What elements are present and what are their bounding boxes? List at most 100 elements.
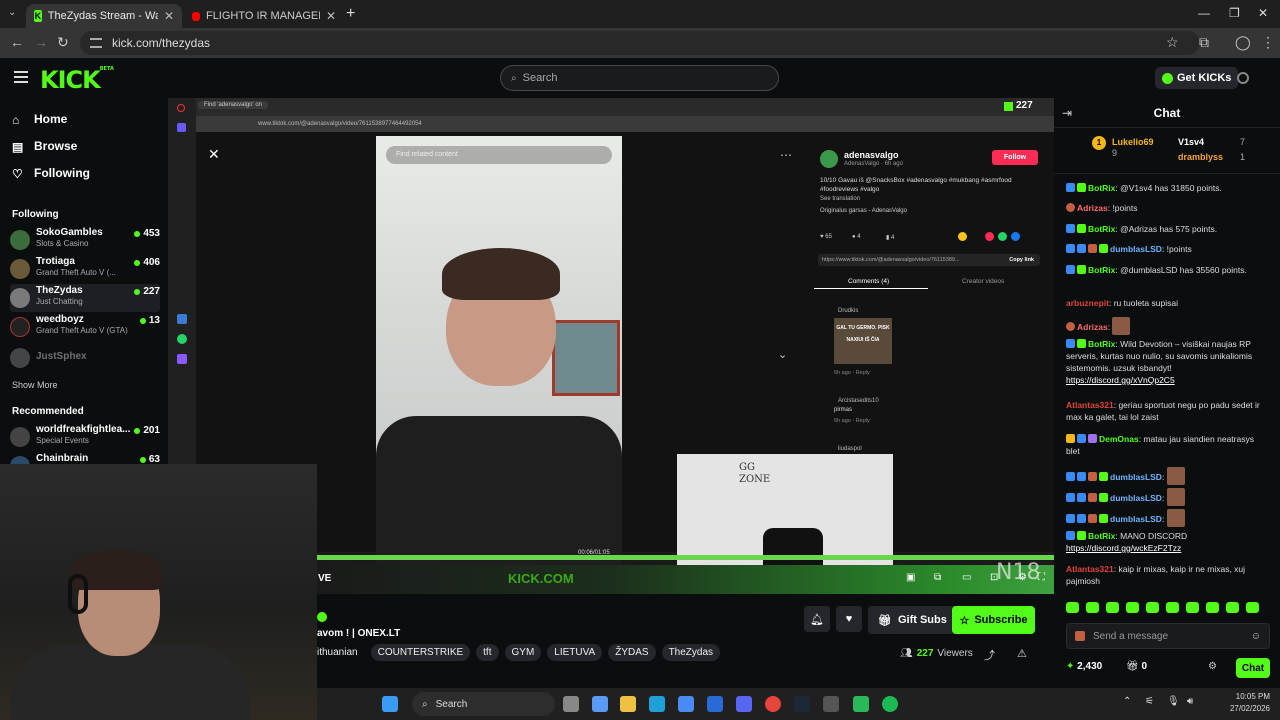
copilot-icon[interactable] [592,696,608,712]
comment-user[interactable]: liudaspol [838,446,862,452]
tag-chip[interactable]: TheZydas [661,644,721,661]
clip-icon[interactable]: ⧉ [934,572,941,583]
volume-icon[interactable]: 🔊︎ [1187,696,1193,707]
close-tab-icon[interactable]: ✕ [164,9,174,23]
chat-settings-gear-icon[interactable]: ⚙ [1208,661,1217,672]
extensions-icon[interactable]: ⧉ [1199,34,1209,51]
chat-username[interactable]: BotRix [1088,531,1115,541]
chat-message-input[interactable]: Send a message ☺ [1066,623,1270,649]
recommended-channel[interactable]: worldfreakfightlea... Special Events 201 [10,423,160,451]
tab-youtube[interactable]: FLIGHTO IR MANAGERIO PIRM... ✕ [184,4,344,28]
following-channel[interactable]: weedboyz Grand Theft Auto V (GTA) 13 [10,313,160,341]
emote-icon[interactable] [1186,602,1199,613]
tray-chevron-icon[interactable]: ⌃ [1123,696,1131,707]
author-avatar[interactable] [820,150,838,168]
discord-icon[interactable] [736,696,752,712]
forward-icon[interactable]: → [34,34,48,50]
emoji-picker-icon[interactable]: ☺ [1251,631,1261,642]
subscribe-button[interactable]: ☆ Subscribe [952,606,1035,634]
chat-username[interactable]: arbuznepit [1066,298,1109,308]
close-tab-icon[interactable]: ✕ [326,9,336,23]
kick-logo[interactable]: KICKBETA [40,66,114,94]
new-tab-button[interactable]: + [346,5,355,23]
following-channel[interactable]: TheZydas Just Chatting 227 [10,284,160,312]
tag-chip[interactable]: GYM [504,644,542,661]
facebook-share-icon[interactable] [1011,232,1020,241]
chat-username[interactable]: BotRix [1088,339,1115,349]
chat-username[interactable]: dumblasLSD [1110,493,1162,503]
emote-icon[interactable] [1206,602,1219,613]
comment-user[interactable]: Drudkis [838,308,858,314]
chat-username[interactable]: Atlantas321 [1066,400,1114,410]
chevron-down-icon[interactable]: ⌄ [778,348,787,361]
microphone-icon[interactable]: 🎙︎ [1167,696,1180,707]
close-icon[interactable]: ✕ [208,146,220,163]
back-icon[interactable]: ← [10,34,24,50]
emote-icon[interactable] [1246,602,1259,613]
file-explorer-icon[interactable] [620,696,636,712]
more-options-icon[interactable]: ⋯ [780,148,792,162]
sound-label[interactable]: Originalus garsas - AdenasValgo [820,208,907,214]
following-channel[interactable]: SokoGambles Slots & Casino 453 [10,226,160,254]
windows-start-icon[interactable] [382,696,398,712]
leader-name[interactable]: V1sv4 [1178,137,1204,147]
emote-icon[interactable] [1106,602,1119,613]
emote-icon[interactable] [1226,602,1239,613]
nav-browse[interactable]: ▤ Browse [12,139,77,154]
show-more-link[interactable]: Show More [12,380,58,390]
user-menu-icon[interactable] [1237,72,1249,84]
site-info-icon[interactable] [90,38,102,48]
nav-home[interactable]: ⌂ Home [12,112,67,127]
chat-link[interactable]: https://discord.gg/wckEzF2Tzz [1066,543,1181,553]
tag-chip[interactable]: tft [476,644,499,661]
edge-icon[interactable] [649,696,665,712]
store-icon[interactable] [678,696,694,712]
whatsapp-share-icon[interactable] [998,232,1007,241]
leader-name[interactable]: Lukelio69 [1112,137,1154,147]
app-icon[interactable] [823,696,839,712]
tag-chip[interactable]: ithuanian [317,644,365,661]
bookmark-star-icon[interactable]: ☆ [1166,34,1179,51]
search-input[interactable]: ⌕ Search [500,65,779,91]
report-icon[interactable]: ⚠ [1017,647,1027,660]
chat-username[interactable]: dumblasLSD [1110,514,1162,524]
gift-subs-button[interactable]: 🎁︎ Gift Subs [868,606,957,634]
network-icon[interactable]: ⚟ [1145,696,1154,707]
taskbar-search[interactable]: ⌕ Search [412,692,555,716]
emote-icon[interactable] [1086,602,1099,613]
task-view-icon[interactable] [563,696,579,712]
copy-link-button[interactable]: Copy link [1009,254,1034,266]
share-icon[interactable]: ⤴ [984,647,995,663]
emote-icon[interactable] [1166,602,1179,613]
share-icon[interactable] [958,232,967,241]
outlook-icon[interactable] [707,696,723,712]
hamburger-menu-icon[interactable] [14,71,28,86]
miniplayer-icon[interactable]: ▣ [906,572,915,583]
emote-icon[interactable] [1066,602,1079,613]
comment-user[interactable]: Arcistasedits10 [838,398,879,404]
chat-username[interactable]: dumblasLSD [1110,244,1162,254]
tag-chip[interactable]: ŽYDAS [608,644,656,661]
follow-heart-button[interactable]: ♥ [836,606,862,632]
reload-icon[interactable]: ↻ [57,34,69,51]
points-display[interactable]: ✦ 2,430 [1066,661,1102,672]
see-translation-link[interactable]: See translation [820,196,860,202]
tag-chip[interactable]: COUNTERSTRIKE [370,644,471,661]
tiktok-search-input[interactable]: Find related content [386,146,612,164]
chat-username[interactable]: BotRix [1088,183,1115,193]
chat-username[interactable]: DemOnas [1099,434,1139,444]
video-progress-bar[interactable] [316,555,1054,560]
emote-icon[interactable] [1146,602,1159,613]
nav-following[interactable]: ♡ Following [12,166,90,181]
tab-creator-videos[interactable]: Creator videos [962,278,1004,285]
chat-username[interactable]: Atlantas321 [1066,564,1114,574]
leader-name[interactable]: dramblyss [1178,152,1223,162]
chat-username[interactable]: BotRix [1088,265,1115,275]
likes-count[interactable]: ♥ 65 [820,234,832,240]
comment-meme-image[interactable]: GAL TU GERMO. PISK NAXIUI IŠ ČIA [834,318,892,364]
chat-username[interactable]: Adrizas [1077,322,1108,332]
chrome-icon[interactable] [765,696,781,712]
spotify-icon[interactable] [882,696,898,712]
tiktok-video-frame[interactable] [376,136,622,568]
address-bar[interactable]: kick.com/thezydas [80,31,1200,55]
